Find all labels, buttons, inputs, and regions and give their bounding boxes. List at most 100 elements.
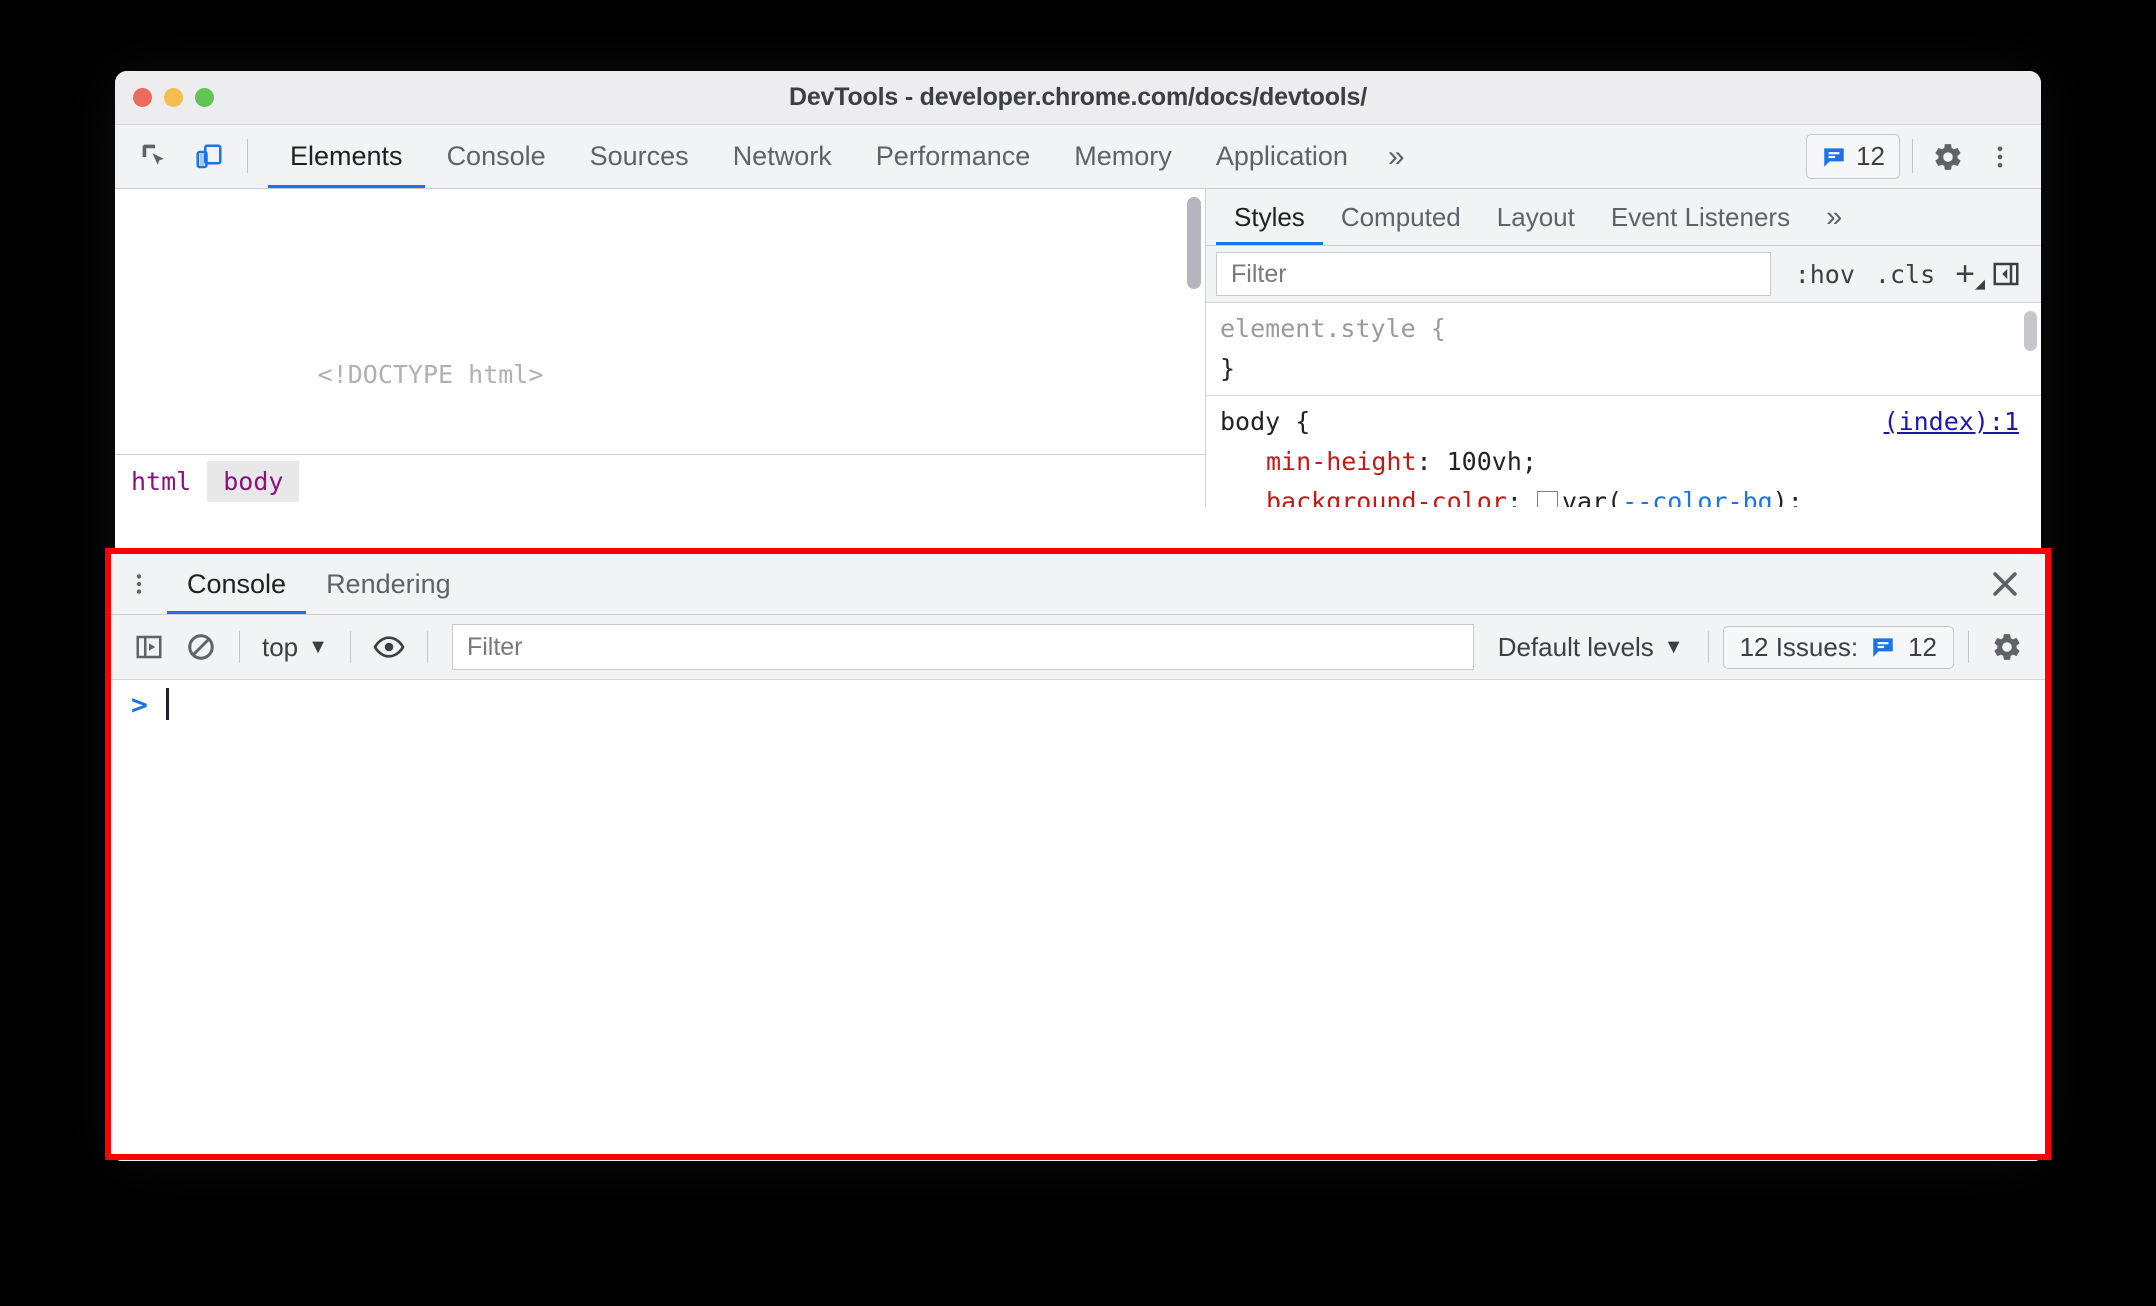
more-tabs-icon[interactable]: » [1370,125,1423,188]
issues-label: 12 Issues: [1739,631,1859,662]
screenshot-root: DevTools - developer.chrome.com/docs/dev… [0,0,2156,1306]
console-divider-2 [349,631,351,663]
prop-name-min-height: min-height [1266,447,1417,476]
doctype-text: <!DOCTYPE html> [317,360,544,389]
console-issues-count: 12 [1908,631,1937,662]
tab-elements[interactable]: Elements [268,125,425,188]
clear-console-icon[interactable] [177,623,225,671]
console-prompt-row[interactable]: > [111,680,2045,728]
levels-chevron-down-icon: ▼ [1663,635,1684,658]
prop-var-name-bg[interactable]: --color-bg [1622,487,1773,507]
toolbar-icons [115,125,268,188]
styles-scrollbar[interactable] [2024,311,2037,351]
drawer-tab-console[interactable]: Console [167,554,307,614]
drawer-inner: Console Rendering top ▼ Filter Default l… [111,554,2045,1154]
element-style-close-brace: } [1220,354,1236,383]
console-filter-input[interactable]: Filter [451,624,1474,670]
context-label: top [262,631,299,662]
inspect-element-icon[interactable] [133,135,177,179]
console-output-area[interactable]: > [111,680,2045,1154]
panel-tabs: Elements Console Sources Network Perform… [268,125,1806,188]
breadcrumb-item-html[interactable]: html [115,461,207,502]
console-settings-gear-icon[interactable] [1983,623,2031,671]
drawer-menu-icon[interactable] [111,554,167,614]
live-expression-icon[interactable] [365,623,413,671]
prop-value-min-height: 100vh; [1446,447,1537,476]
console-text-cursor [165,688,169,720]
body-stylesheet-link[interactable]: (index):1 [1884,402,2019,442]
tab-application[interactable]: Application [1194,125,1370,188]
prop-var-pre-2: var( [1561,487,1623,507]
prop-sep-2: : [1506,487,1537,507]
dom-line-doctype[interactable]: <!DOCTYPE html> [115,316,1205,433]
tab-computed[interactable]: Computed [1323,189,1479,245]
styles-tabs: Styles Computed Layout Event Listeners » [1206,189,2041,246]
issues-counter-button[interactable]: 12 [1806,134,1900,179]
css-property-min-height[interactable]: min-height: 100vh; [1220,442,2041,482]
dom-tree-scrollbar[interactable] [1187,197,1201,289]
console-issues-button[interactable]: 12 Issues: 12 [1722,625,1954,669]
tab-console[interactable]: Console [425,125,568,188]
console-divider-3 [426,631,428,663]
issues-count-label: 12 [1856,141,1885,171]
styles-sidebar-toggle-icon[interactable] [1985,259,2031,289]
styles-filter-input[interactable]: Filter [1216,252,1771,296]
plus-label: + [1955,254,1975,293]
breadcrumb: html body [115,454,1205,507]
issues-message-icon [1824,147,1844,167]
minimize-window-button[interactable] [164,88,183,107]
new-style-rule-button[interactable]: + ◢ [1945,255,1985,294]
console-toolbar: top ▼ Filter Default levels ▼ 12 Issues:… [111,615,2045,680]
issues-message-icon [1873,638,1893,657]
window-title-bar: DevTools - developer.chrome.com/docs/dev… [115,71,2041,125]
elements-panel: <!DOCTYPE html> <html lang="en" data-coo… [115,189,2041,507]
drawer-tab-bar: Console Rendering [111,554,2045,615]
device-toolbar-icon[interactable] [187,135,231,179]
log-level-selector[interactable]: Default levels ▼ [1488,632,1694,663]
console-drawer: Console Rendering top ▼ Filter Default l… [105,548,2051,1160]
styles-more-tabs-icon[interactable]: » [1808,189,1860,245]
breadcrumb-item-body[interactable]: body [207,460,300,502]
kebab-menu-icon[interactable] [1977,134,2023,180]
toolbar-right-actions: 12 [1806,125,2041,188]
styles-pane: Styles Computed Layout Event Listeners »… [1206,189,2041,507]
dom-tree-pane: <!DOCTYPE html> <html lang="en" data-coo… [115,189,1206,507]
console-divider-1 [239,631,240,663]
tab-performance[interactable]: Performance [854,125,1053,188]
toggle-hover-state-button[interactable]: :hov [1785,260,1865,289]
plus-caret-icon: ◢ [1975,275,1985,291]
traffic-lights [133,88,214,107]
tab-event-listeners[interactable]: Event Listeners [1593,189,1808,245]
prop-name-background-color: background-color [1266,487,1507,507]
drawer-tab-rendering[interactable]: Rendering [306,554,471,614]
console-prompt-caret-icon: > [131,687,148,721]
tab-styles[interactable]: Styles [1216,189,1323,245]
levels-label: Default levels [1497,631,1654,662]
prop-sep-1: : [1416,447,1447,476]
css-property-background-color[interactable]: background-color: var(--color-bg); [1220,482,2041,507]
toggle-class-button[interactable]: .cls [1865,260,1945,289]
styles-filter-bar: Filter :hov .cls + ◢ [1206,246,2041,303]
close-drawer-icon[interactable] [1981,560,2029,608]
color-swatch-bg[interactable] [1536,491,1558,507]
tab-memory[interactable]: Memory [1052,125,1194,188]
gear-icon[interactable] [1925,134,1971,180]
element-style-selector: element.style { [1220,314,1446,343]
prop-var-post-2: ); [1772,487,1803,507]
console-divider-4 [1707,631,1709,663]
tab-network[interactable]: Network [711,125,854,188]
rule-body[interactable]: body { (index):1 min-height: 100vh; back… [1206,396,2041,507]
maximize-window-button[interactable] [195,88,214,107]
javascript-context-selector[interactable]: top ▼ [254,632,336,663]
window-title: DevTools - developer.chrome.com/docs/dev… [789,83,1367,111]
console-divider-5 [1968,631,1969,663]
toolbar-divider [247,139,248,173]
rule-element-style[interactable]: element.style { } [1206,303,2041,396]
close-window-button[interactable] [133,88,152,107]
tab-sources[interactable]: Sources [568,125,711,188]
css-rules-list: element.style { } body { (index):1 min-h… [1206,303,2041,507]
console-sidebar-icon[interactable] [125,623,173,671]
main-toolbar: Elements Console Sources Network Perform… [115,125,2041,189]
tab-layout[interactable]: Layout [1479,189,1593,245]
chevron-down-icon: ▼ [308,635,328,658]
